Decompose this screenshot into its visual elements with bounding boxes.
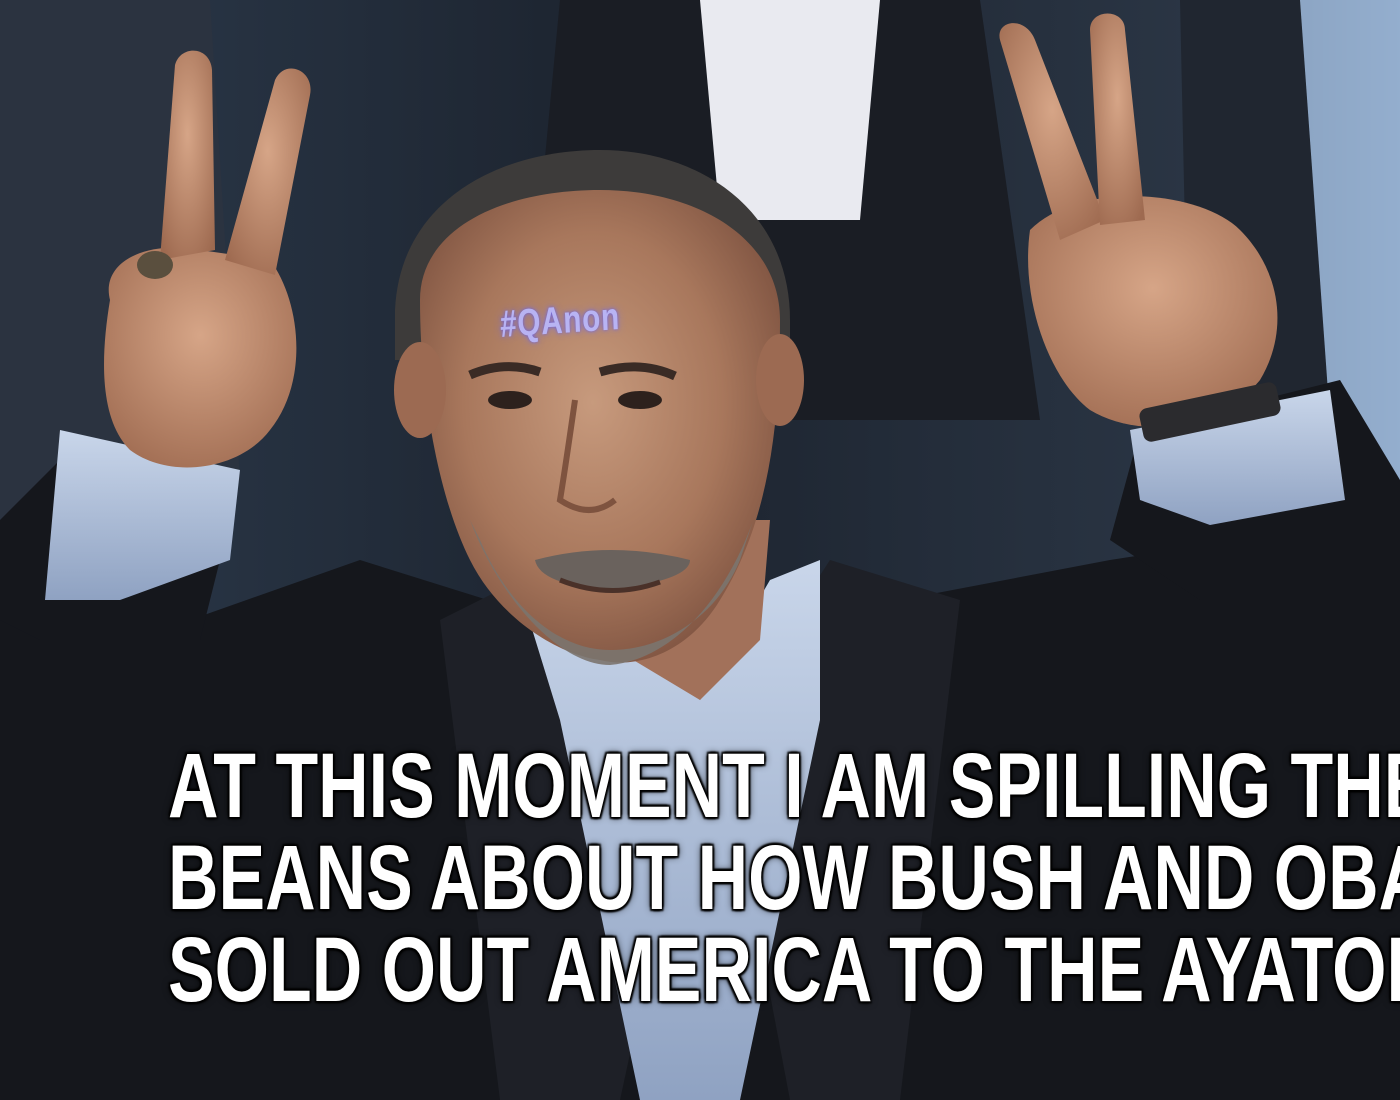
caption-line-3: SOLD OUT AMERICA TO THE AYATOLLA — [168, 919, 1400, 1021]
caption-line-2: BEANS ABOUT HOW BUSH AND OBAMA — [168, 827, 1400, 929]
meme-image: #QAnon AT THIS MOMENT I AM SPILLING THE … — [0, 0, 1400, 1100]
meme-caption: AT THIS MOMENT I AM SPILLING THE BEANS A… — [0, 740, 1400, 1016]
caption-line-1: AT THIS MOMENT I AM SPILLING THE — [168, 735, 1400, 837]
